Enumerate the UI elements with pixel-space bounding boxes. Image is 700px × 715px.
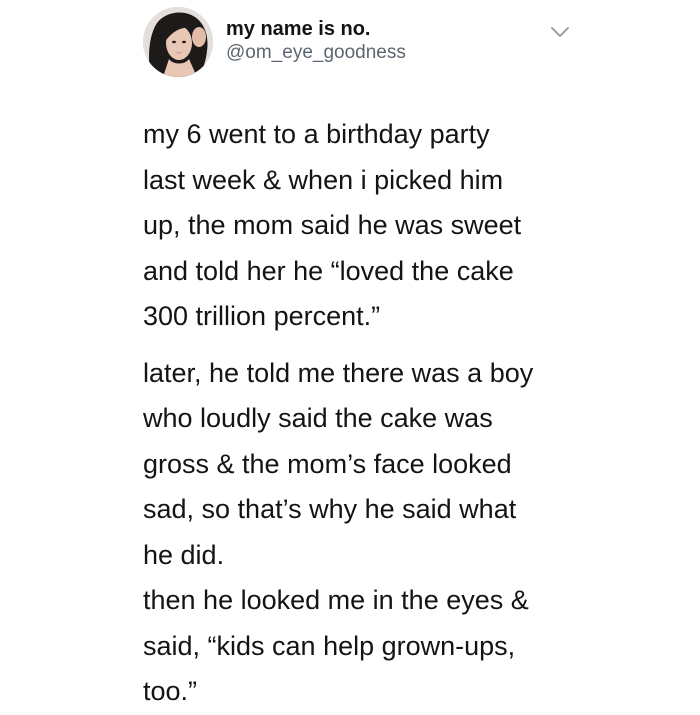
user-handle[interactable]: @om_eye_goodness bbox=[226, 41, 406, 65]
tweet-paragraph: later, he told me there was a boy who lo… bbox=[143, 351, 683, 579]
tweet-line: he did. bbox=[143, 539, 225, 570]
tweet-line: sad, so that’s why he said what bbox=[143, 494, 517, 524]
tweet-line: said, “kids can help grown-ups, bbox=[143, 630, 516, 661]
avatar[interactable] bbox=[143, 7, 213, 77]
tweet-header: my name is no. @om_eye_goodness bbox=[0, 0, 700, 90]
tweet-line: later, he told me there was a boy bbox=[143, 357, 534, 388]
tweet-line: gross & the mom’s face looked bbox=[143, 448, 512, 479]
tweet-line: 300 trillion percent.” bbox=[143, 301, 381, 331]
tweet-paragraph: my 6 went to a birthday party last week … bbox=[143, 112, 683, 340]
tweet-line: too.” bbox=[143, 676, 198, 706]
tweet-line: up, the mom said he was sweet bbox=[143, 210, 522, 240]
tweet-text: my 6 went to a birthday party last week … bbox=[143, 112, 683, 715]
profile-photo-icon bbox=[143, 7, 213, 77]
chevron-down-icon[interactable] bbox=[549, 22, 571, 42]
tweet-line: my 6 went to a birthday party bbox=[143, 119, 490, 149]
tweet-paragraph: then he looked me in the eyes & said, “k… bbox=[143, 578, 683, 715]
display-name[interactable]: my name is no. bbox=[226, 17, 371, 41]
tweet-line: last week & when i picked him bbox=[143, 164, 504, 195]
tweet-line: who loudly said the cake was bbox=[143, 403, 493, 433]
tweet-line: and told her he “loved the cake bbox=[143, 255, 514, 286]
tweet-line: then he looked me in the eyes & bbox=[143, 585, 529, 615]
